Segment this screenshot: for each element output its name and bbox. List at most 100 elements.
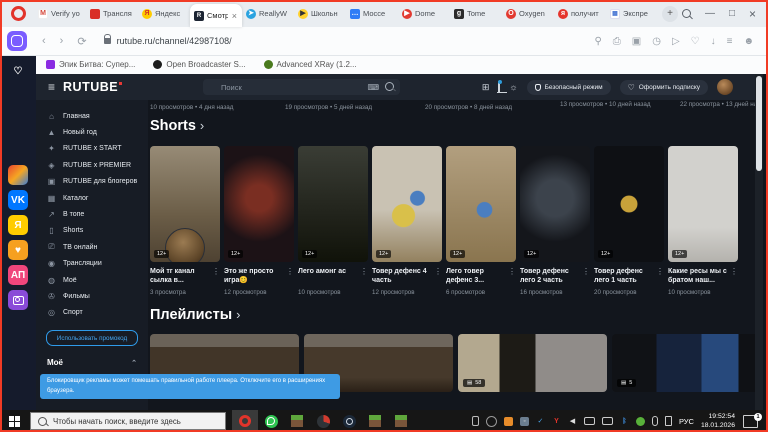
taskbar-clock[interactable]: 19:52:54 18.01.2026 (701, 412, 735, 430)
workspace-gradient-icon[interactable] (8, 165, 28, 185)
upload-video-icon[interactable]: ⊞ (482, 82, 490, 93)
subscribe-button[interactable]: ♡ Оформить подписку (619, 79, 708, 95)
tab-search-icon[interactable] (681, 9, 691, 18)
kebab-menu-icon[interactable]: ⋮ (434, 267, 442, 286)
taskbar-minecraft-2[interactable] (362, 410, 388, 432)
menu-item-catalog[interactable]: ▦ Каталог (36, 190, 148, 206)
tab-reallyw[interactable]: ➤ ReallyW (242, 0, 294, 27)
shorts-title[interactable]: Какие ресы мы с братом наш... (668, 267, 730, 286)
chevron-up-icon[interactable]: ⌃ (131, 359, 137, 367)
shorts-thumbnail[interactable]: 12+ (150, 146, 220, 262)
tray-green-icon[interactable] (635, 416, 645, 426)
rutube-logo[interactable]: RUTUBE (63, 80, 118, 94)
notifications-bell-icon[interactable] (498, 80, 503, 92)
minimize-button[interactable]: — (705, 8, 715, 19)
tab-yandex[interactable]: Я Яндекс (138, 0, 190, 27)
rutube-search-box[interactable]: Поиск ⌨ (203, 79, 400, 95)
profile-icon[interactable]: ☻ (743, 36, 754, 47)
language-indicator[interactable]: РУС (679, 417, 694, 426)
bluetooth-icon[interactable]: ᛒ (620, 417, 629, 426)
tray-photos-icon[interactable]: ◦ (519, 416, 529, 426)
menu-item-trending[interactable]: ↗ В топе (36, 206, 148, 222)
kebab-menu-icon[interactable]: ⋮ (730, 267, 738, 286)
tab-translation[interactable]: Трансля (86, 0, 138, 27)
menu-item-shorts[interactable]: ▯ Shorts (36, 223, 148, 239)
bookmark-epic-battle[interactable]: Эпик Битва: Супер... (46, 60, 135, 69)
menu-item-premier[interactable]: ◈ RUTUBE x PREMIER (36, 157, 148, 173)
shorts-card[interactable]: 12+ Товер дефенс лего 1 часть ⋮ 20 просмо… (594, 146, 664, 296)
theme-toggle-icon[interactable]: ☼ (509, 82, 517, 92)
menu-item-streams[interactable]: ◉ Трансляции (36, 256, 148, 272)
taskbar-shutter-app[interactable] (310, 410, 336, 432)
keyboard-icon[interactable]: ⌨ (367, 83, 379, 92)
shorts-thumbnail[interactable]: 12+ (520, 146, 590, 262)
playlists-section-link[interactable]: Плейлисты › (150, 307, 240, 323)
yandex-tray-icon[interactable]: Y (552, 417, 561, 426)
shorts-title[interactable]: Товер дефенс лего 1 часть (594, 267, 656, 286)
search-icon[interactable] (385, 81, 394, 93)
camera-icon[interactable]: ▣ (632, 36, 641, 47)
shorts-thumbnail[interactable]: 12+ (372, 146, 442, 262)
taskbar-minecraft-1[interactable] (284, 410, 310, 432)
orange-app-icon[interactable]: ♥ (8, 240, 28, 260)
reload-icon[interactable]: ⟳ (77, 35, 86, 48)
kebab-menu-icon[interactable]: ⋮ (508, 267, 516, 286)
taskbar-opera[interactable] (232, 410, 258, 432)
network-icon[interactable] (583, 417, 595, 425)
scrollbar-thumb[interactable] (756, 76, 762, 171)
shorts-card[interactable]: 12+ Лего товер дефенс 3... ⋮ 6 просмотров (446, 146, 516, 296)
sidebar-favorites-heart-icon[interactable]: ♡ (8, 61, 28, 81)
url-field[interactable]: rutube.ru/channel/42987108/ (117, 36, 232, 46)
shorts-card[interactable]: 12+ Товер дефенс 4 часть ⋮ 12 просмотров (372, 146, 442, 296)
pink-app-icon[interactable]: АП (8, 265, 28, 285)
shorts-card[interactable]: 12+ Это же просто игра😊 ⋮ 12 просмотров (224, 146, 294, 296)
menu-item-start[interactable]: ✦ RUTUBE x START (36, 141, 148, 157)
tab-messenger[interactable]: … Моссе (346, 0, 398, 27)
extension-icon[interactable]: ⚲ (594, 36, 601, 47)
volume-icon[interactable]: ◀ (568, 417, 577, 426)
taskbar-whatsapp[interactable] (258, 410, 284, 432)
shorts-title[interactable]: Лего амонг ас (298, 267, 360, 286)
camera-app-icon[interactable] (8, 290, 28, 310)
battery-icon[interactable] (471, 416, 479, 426)
taskbar-steam[interactable] (336, 410, 362, 432)
phone-icon[interactable] (664, 416, 672, 426)
opera-aria-button[interactable] (7, 31, 27, 51)
tab-gmail[interactable]: M Verify yo (34, 0, 86, 27)
taskbar-minecraft-3[interactable] (388, 410, 414, 432)
close-tab-icon[interactable]: × (231, 11, 238, 21)
snapshot-icon[interactable]: ⎙ (613, 36, 621, 47)
shorts-thumbnail[interactable]: 12+ (594, 146, 664, 262)
playlist-card[interactable]: ▤ 58 (458, 334, 607, 392)
maximize-button[interactable]: □ (729, 8, 735, 19)
promo-code-button[interactable]: Использовать промокод (46, 330, 138, 347)
menu-item-tv-online[interactable]: ⎚ ТВ онлайн (36, 239, 148, 255)
shorts-thumbnail[interactable]: 12+ (224, 146, 294, 262)
shorts-card[interactable]: 12+ Товер дефенс лего 2 часть ⋮ 16 просмо… (520, 146, 590, 296)
download-icon[interactable]: ↓ (711, 36, 716, 47)
shorts-title[interactable]: Лего товер дефенс 3... (446, 267, 508, 286)
back-icon[interactable]: ‹ (42, 35, 46, 47)
tune-icon[interactable]: ≡ (727, 36, 733, 47)
tray-check-icon[interactable]: ✓ (536, 417, 545, 426)
shorts-title[interactable]: Товер дефенс 4 часть (372, 267, 434, 286)
kebab-menu-icon[interactable]: ⋮ (212, 267, 220, 286)
opera-logo-icon[interactable] (11, 6, 26, 21)
kebab-menu-icon[interactable]: ⋮ (582, 267, 590, 286)
shorts-thumbnail[interactable]: 12+ (298, 146, 368, 262)
vk-icon[interactable]: VK (8, 190, 28, 210)
tray-circle-icon[interactable] (485, 415, 497, 427)
flow-icon[interactable]: ▷ (672, 36, 680, 47)
page-scrollbar[interactable] (755, 74, 763, 410)
shorts-thumbnail[interactable]: 12+ (446, 146, 516, 262)
menu-item-bloggers[interactable]: ▣ RUTUBE для блогеров (36, 174, 148, 190)
shorts-title[interactable]: Товер дефенс лего 2 часть (520, 267, 582, 286)
start-button[interactable] (9, 415, 20, 427)
kebab-menu-icon[interactable]: ⋮ (360, 267, 368, 286)
shorts-section-link[interactable]: Shorts › (150, 118, 204, 134)
bookmark-obs[interactable]: Open Broadcaster S... (153, 60, 246, 69)
tray-orange-icon[interactable] (503, 416, 513, 426)
shorts-title[interactable]: Мой тг канал сылка в... (150, 267, 212, 286)
monitors-icon[interactable] (601, 417, 613, 425)
taskbar-search-box[interactable]: Чтобы начать поиск, введите здесь (30, 412, 226, 430)
